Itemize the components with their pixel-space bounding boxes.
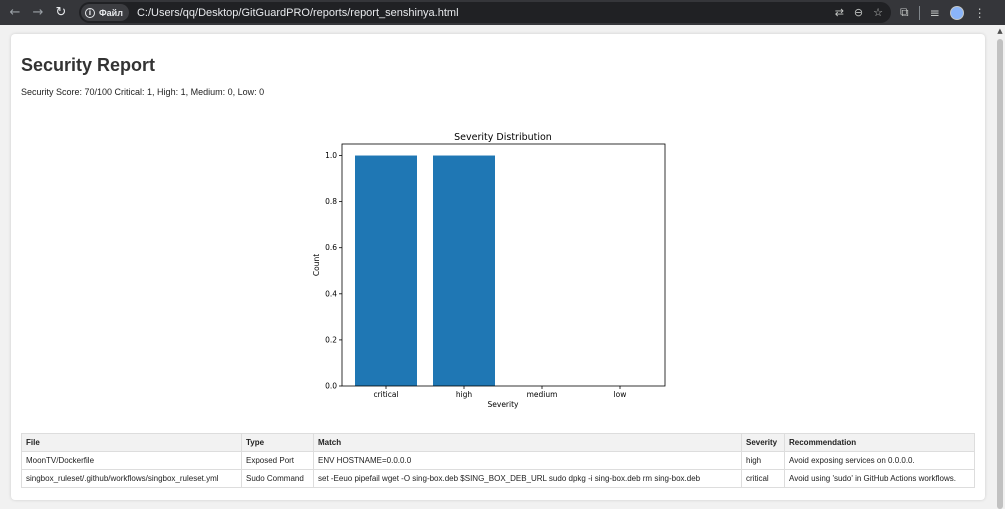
- findings-table: File Type Match Severity Recommendation …: [21, 433, 975, 488]
- x-axis-label: Severity: [488, 400, 520, 409]
- reload-button[interactable]: ↻: [52, 4, 70, 22]
- translate-icon[interactable]: ⇄: [835, 6, 844, 19]
- header-file: File: [21, 433, 242, 452]
- cell-severity: high: [741, 451, 785, 470]
- cell-type: Sudo Command: [241, 469, 314, 488]
- y-axis-label: Count: [312, 254, 321, 276]
- x-axis-ticks: critical high medium low: [373, 386, 626, 399]
- zoom-icon[interactable]: ⊖: [854, 6, 863, 19]
- header-severity: Severity: [741, 433, 785, 452]
- profile-avatar[interactable]: [949, 5, 964, 20]
- scroll-up-icon[interactable]: ▲: [995, 27, 1005, 35]
- page-title: Security Report: [21, 55, 156, 75]
- toolbar-separator: [918, 5, 920, 20]
- bookmark-star-icon[interactable]: ☆: [873, 6, 883, 19]
- x-tick-label: critical: [373, 390, 398, 399]
- arrow-right-icon: →: [32, 5, 44, 20]
- address-bar[interactable]: i Файл C:/Users/qq/Desktop/GitGuardPRO/r…: [79, 2, 891, 23]
- reload-icon: ↻: [55, 5, 67, 20]
- back-button[interactable]: ←: [6, 4, 24, 22]
- table-row: MoonTV/Dockerfile Exposed Port ENV HOSTN…: [21, 451, 975, 470]
- chart-title: Severity Distribution: [454, 132, 552, 143]
- header-match: Match: [313, 433, 742, 452]
- arrow-left-icon: ←: [9, 5, 21, 20]
- menu-icon[interactable]: ⋮: [974, 6, 986, 20]
- site-info-chip[interactable]: i Файл: [81, 4, 129, 21]
- score-summary: Security Score: 70/100 Critical: 1, High…: [21, 87, 265, 97]
- x-tick-label: medium: [527, 390, 558, 399]
- x-tick-label: low: [614, 390, 627, 399]
- cell-recommendation: Avoid exposing services on 0.0.0.0.: [784, 451, 975, 470]
- bar-critical: [355, 155, 417, 386]
- url-text[interactable]: C:/Users/qq/Desktop/GitGuardPRO/reports/…: [137, 7, 459, 19]
- site-chip-label: Файл: [99, 7, 123, 18]
- table-row: singbox_ruleset/.github/workflows/singbo…: [21, 469, 975, 488]
- report-container: Security Report Security Score: 70/100 C…: [11, 34, 985, 500]
- browser-toolbar: ← → ↻ i Файл C:/Users/qq/Desktop/GitGuar…: [0, 0, 1005, 25]
- y-tick-label: 0.6: [325, 243, 337, 252]
- cell-recommendation: Avoid using 'sudo' in GitHub Actions wor…: [784, 469, 975, 488]
- page-scrollbar[interactable]: ▲: [995, 25, 1005, 509]
- y-axis-ticks: 0.0 0.2 0.4 0.6 0.8 1.0: [325, 151, 342, 391]
- y-tick-label: 0.8: [325, 197, 337, 206]
- y-tick-label: 0.4: [325, 289, 337, 298]
- cell-file: MoonTV/Dockerfile: [21, 451, 242, 470]
- x-tick-label: high: [456, 390, 473, 399]
- y-tick-label: 0.2: [325, 335, 337, 344]
- media-controls-icon[interactable]: ≡: [930, 6, 940, 20]
- bar-high: [433, 155, 495, 386]
- extensions-icon[interactable]: ⧉: [900, 5, 909, 20]
- y-tick-label: 1.0: [325, 151, 337, 160]
- info-icon: i: [85, 7, 95, 18]
- cell-severity: critical: [741, 469, 785, 488]
- header-recommendation: Recommendation: [784, 433, 975, 452]
- cell-match: ENV HOSTNAME=0.0.0.0: [313, 451, 742, 470]
- severity-chart: Severity Distribution 0.0 0.2 0.4 0.6 0.8 1.0…: [312, 132, 666, 409]
- cell-type: Exposed Port: [241, 451, 314, 470]
- forward-button[interactable]: →: [29, 4, 47, 22]
- cell-file: singbox_ruleset/.github/workflows/singbo…: [21, 469, 242, 488]
- table-header-row: File Type Match Severity Recommendation: [21, 433, 975, 452]
- header-type: Type: [241, 433, 314, 452]
- y-tick-label: 0.0: [325, 382, 337, 391]
- cell-match: set -Eeuo pipefail wget -O sing-box.deb …: [313, 469, 742, 488]
- scroll-thumb[interactable]: [997, 39, 1003, 509]
- chart-bars: [355, 155, 495, 386]
